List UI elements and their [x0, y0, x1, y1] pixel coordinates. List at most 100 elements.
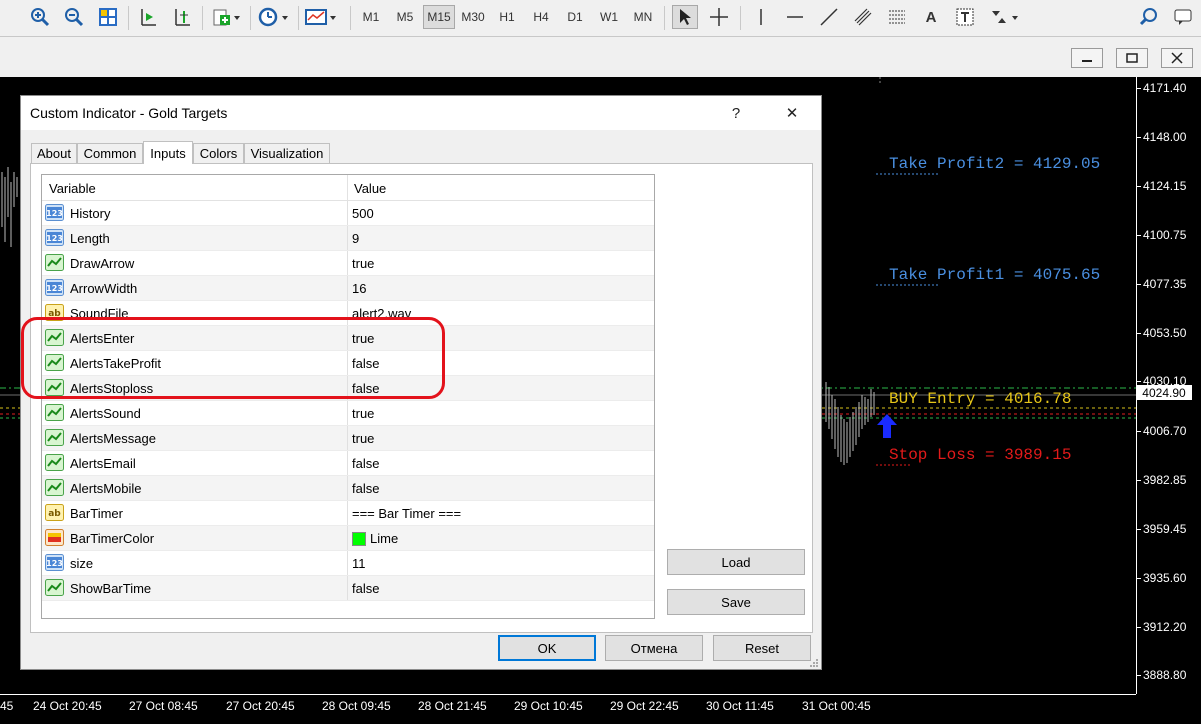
table-row[interactable]: 123 Length 9 [42, 226, 654, 251]
variable-value-cell[interactable]: true [352, 431, 374, 446]
trendline-icon[interactable] [816, 5, 842, 29]
table-row[interactable]: 123 History 500 [42, 201, 654, 226]
variable-value-cell[interactable]: Lime [352, 531, 398, 546]
fibonacci-icon[interactable] [884, 5, 912, 29]
chat-icon[interactable] [1170, 5, 1196, 29]
table-row[interactable]: BarTimerColor Lime [42, 526, 654, 551]
tab-common[interactable]: Common [77, 143, 143, 163]
variable-value-cell[interactable]: 11 [352, 556, 366, 571]
templates-icon[interactable] [302, 5, 340, 29]
price-label: 4171.40 [1136, 81, 1187, 95]
timeframe-h4-button[interactable]: H4 [525, 5, 557, 29]
integer-type-icon: 123 [45, 229, 64, 246]
save-button[interactable]: Save [667, 589, 805, 615]
boolean-type-icon [45, 454, 64, 471]
load-button[interactable]: Load [667, 549, 805, 575]
boolean-type-icon [45, 579, 64, 596]
table-row[interactable]: AlertsMessage true [42, 426, 654, 451]
timeframe-m15-button[interactable]: M15 [423, 5, 455, 29]
current-price-tag: 4024.90 [1136, 385, 1192, 400]
variable-name: AlertsMessage [70, 431, 156, 446]
horizontal-line-icon[interactable] [782, 5, 808, 29]
variable-value-cell[interactable]: 500 [352, 206, 374, 221]
variable-value-cell[interactable]: 9 [352, 231, 359, 246]
boolean-type-icon [45, 254, 64, 271]
equidistant-channel-icon[interactable] [850, 5, 878, 29]
restore-icon[interactable] [1116, 48, 1148, 68]
boolean-type-icon [45, 429, 64, 446]
dialog-titlebar[interactable]: Custom Indicator - Gold Targets ? ✕ [21, 96, 821, 130]
variable-value-cell[interactable]: true [352, 406, 374, 421]
variable-value-cell[interactable]: === Bar Timer === [352, 506, 461, 521]
table-row[interactable]: AlertsSound true [42, 401, 654, 426]
close-icon[interactable] [1161, 48, 1193, 68]
cancel-button[interactable]: Отмена [605, 635, 703, 661]
variable-value: false [352, 581, 380, 596]
search-icon[interactable] [1136, 5, 1162, 29]
variable-value-cell[interactable]: false [352, 456, 379, 471]
dialog-close-button[interactable]: ✕ [767, 98, 817, 128]
minimize-icon[interactable] [1071, 48, 1103, 68]
variable-value: false [352, 481, 380, 496]
column-header-value[interactable]: Value [354, 181, 386, 196]
zoom-out-icon[interactable] [62, 5, 86, 29]
toolbar-separator [128, 6, 129, 30]
table-row[interactable]: AlertsMobile false [42, 476, 654, 501]
integer-type-icon: 123 [45, 554, 64, 571]
timeframe-d1-button[interactable]: D1 [559, 5, 591, 29]
arrows-icon[interactable] [986, 5, 1024, 29]
toolbar-separator [740, 6, 741, 30]
price-label: 3959.45 [1136, 522, 1187, 536]
timeframe-h1-button[interactable]: H1 [491, 5, 523, 29]
resize-grip-icon[interactable] [809, 657, 819, 667]
timeframe-m5-button[interactable]: M5 [389, 5, 421, 29]
time-label: 27 Oct 20:45 [226, 699, 295, 713]
variable-name: Length [70, 231, 110, 246]
time-axis: 45 24 Oct 20:45 27 Oct 08:45 27 Oct 20:4… [0, 694, 1136, 724]
reset-button[interactable]: Reset [713, 635, 811, 661]
table-row[interactable]: AlertsEmail false [42, 451, 654, 476]
text-label-icon[interactable] [952, 5, 978, 29]
timeframe-m30-button[interactable]: M30 [457, 5, 489, 29]
auto-scroll-icon[interactable] [136, 5, 160, 29]
highlight-outline [21, 317, 445, 399]
table-row[interactable]: ab BarTimer === Bar Timer === [42, 501, 654, 526]
crosshair-icon[interactable] [706, 5, 732, 29]
integer-type-icon: 123 [45, 204, 64, 221]
periods-clock-icon[interactable] [256, 5, 292, 29]
variable-value: true [352, 431, 375, 446]
variable-name: size [70, 556, 94, 571]
stop-loss-label: Stop Loss = 3989.15 [889, 446, 1072, 464]
time-label: 30 Oct 11:45 [706, 699, 774, 713]
column-header-variable[interactable]: Variable [49, 181, 96, 196]
table-row[interactable]: DrawArrow true [42, 251, 654, 276]
chart-shift-icon[interactable] [170, 5, 194, 29]
timeframe-mn-button[interactable]: MN [627, 5, 659, 29]
variable-value-cell[interactable]: false [352, 581, 379, 596]
variable-value-cell[interactable]: 16 [352, 281, 366, 296]
text-icon[interactable]: A [918, 5, 944, 29]
table-row[interactable]: 123 size 11 [42, 551, 654, 576]
tile-windows-icon[interactable] [96, 5, 120, 29]
ok-button[interactable]: OK [498, 635, 596, 661]
tab-inputs[interactable]: Inputs [143, 141, 193, 164]
cursor-icon[interactable] [672, 5, 698, 29]
timeframe-m1-button[interactable]: M1 [355, 5, 387, 29]
indicators-icon[interactable] [210, 5, 244, 29]
timeframe-w1-button[interactable]: W1 [593, 5, 625, 29]
table-row[interactable]: ShowBarTime false [42, 576, 654, 601]
buy-arrow-icon [876, 413, 898, 442]
vertical-line-icon[interactable] [748, 5, 774, 29]
tab-colors[interactable]: Colors [193, 143, 244, 163]
chart-window-bar [0, 37, 1201, 77]
time-label: 24 Oct 20:45 [33, 699, 102, 713]
table-row[interactable]: 123 ArrowWidth 16 [42, 276, 654, 301]
variable-value: 500 [352, 206, 374, 221]
toolbar-separator [250, 6, 251, 30]
variable-value-cell[interactable]: false [352, 481, 379, 496]
help-button[interactable]: ? [711, 98, 761, 128]
tab-about[interactable]: About [31, 143, 77, 163]
zoom-in-icon[interactable] [28, 5, 52, 29]
tab-visualization[interactable]: Visualization [244, 143, 330, 163]
variable-value-cell[interactable]: true [352, 256, 374, 271]
